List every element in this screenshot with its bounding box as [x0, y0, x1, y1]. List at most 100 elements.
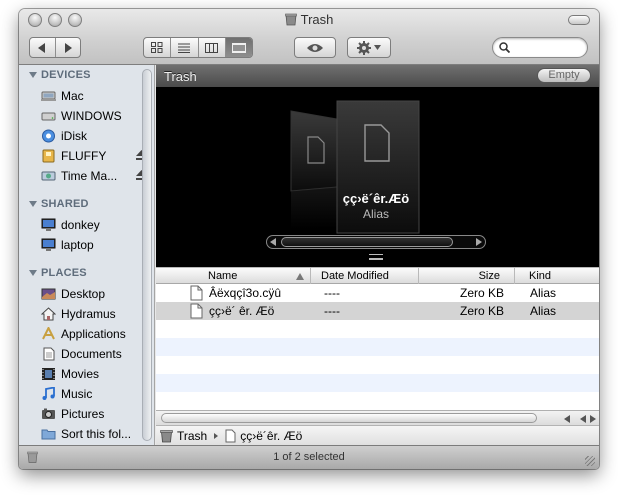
titlebar: Trash	[19, 9, 599, 65]
back-button[interactable]	[30, 38, 56, 57]
cover-flow-view-button[interactable]	[225, 38, 252, 57]
computer-icon	[41, 91, 56, 101]
column-header-size[interactable]: Size	[419, 268, 515, 284]
search-input[interactable]	[513, 41, 583, 54]
coverflow-scroll-left-icon[interactable]	[270, 238, 276, 246]
home-icon	[41, 307, 56, 321]
coverflow-scroll-right-icon[interactable]	[476, 238, 482, 246]
network-computer-icon	[41, 238, 56, 251]
sidebar-item-movies[interactable]: Movies	[41, 365, 153, 383]
action-menu-inner	[348, 38, 390, 57]
forward-arrow-icon	[64, 42, 72, 53]
section-label: SHARED	[41, 198, 89, 210]
applications-icon	[42, 327, 55, 340]
file-name: Âëxqçî3o.cÿû	[209, 286, 282, 300]
table-row-selected[interactable]: çç›ë´ êr. Æö ---- Zero KB Alias	[156, 302, 599, 320]
sidebar-section-devices[interactable]: DEVICES	[29, 69, 91, 81]
sidebar-item-desktop[interactable]: Desktop	[41, 285, 153, 303]
forward-button[interactable]	[56, 38, 81, 57]
desktop-icon	[41, 288, 56, 300]
sidebar-item-label: Time Ma...	[61, 169, 118, 183]
network-computer-icon	[41, 218, 56, 231]
path-bar: Trash çç›ë´êr. Æö	[156, 425, 599, 445]
sidebar-item-idisk[interactable]: iDisk	[41, 127, 153, 145]
sidebar-item-fluffy[interactable]: FLUFFY	[41, 147, 153, 165]
coverflow-item-name: çç›ë´êr.Æö	[342, 191, 410, 206]
quick-look-inner	[295, 38, 335, 57]
sidebar-item-label: Mac	[61, 89, 84, 103]
file-size: Zero KB	[459, 304, 504, 318]
sidebar-item-donkey[interactable]: donkey	[41, 216, 153, 234]
list-view-button[interactable]	[171, 38, 199, 57]
sort-ascending-icon	[296, 273, 304, 280]
horizontal-scroll-thumb[interactable]	[161, 413, 537, 423]
column-header-date-modified[interactable]: Date Modified	[311, 268, 419, 284]
view-mode-control	[143, 37, 253, 58]
drive-icon	[41, 112, 56, 121]
empty-row-stripe	[156, 374, 599, 392]
sidebar-item-hydramus[interactable]: Hydramus	[41, 305, 153, 323]
scroll-left-icon[interactable]	[564, 415, 570, 423]
sidebar-item-music[interactable]: Music	[41, 385, 153, 403]
sidebar-item-label: Music	[61, 387, 93, 401]
folder-title: Trash	[164, 68, 197, 84]
sidebar-item-windows[interactable]: WINDOWS	[41, 107, 153, 125]
sidebar-section-shared[interactable]: SHARED	[29, 198, 89, 210]
empty-trash-button[interactable]: Empty	[537, 68, 591, 83]
sidebar-item-label: Hydramus	[61, 307, 116, 321]
coverflow-view[interactable]: çç›ë´êr.Æö Alias	[156, 87, 599, 267]
column-header-name[interactable]: Name	[156, 268, 311, 284]
sidebar-item-label: FLUFFY	[61, 149, 107, 163]
icon-view-icon	[151, 42, 163, 53]
sidebar-item-documents[interactable]: Documents	[41, 345, 153, 363]
sidebar-item-laptop[interactable]: laptop	[41, 236, 153, 254]
coverflow-header: Trash Empty	[156, 65, 599, 87]
toolbar-toggle-button[interactable]	[568, 15, 590, 25]
sidebar-item-label: iDisk	[61, 129, 87, 143]
table-row[interactable]: Âëxqçî3o.cÿû ---- Zero KB Alias	[156, 284, 599, 302]
scroll-right-icon[interactable]	[590, 415, 596, 423]
sidebar-item-label: WINDOWS	[61, 109, 122, 123]
trash-icon	[284, 13, 297, 26]
sidebar-item-applications[interactable]: Applications	[41, 325, 153, 343]
column-header-kind[interactable]: Kind	[515, 268, 599, 284]
sidebar-item-label: Movies	[61, 367, 100, 381]
sidebar-item-mac[interactable]: Mac	[41, 87, 153, 105]
section-label: PLACES	[41, 267, 87, 279]
scroll-left-alt-icon[interactable]	[580, 415, 586, 423]
disclosure-triangle-icon	[29, 72, 37, 78]
horizontal-scrollbar[interactable]	[156, 410, 599, 425]
sidebar-item-label: Desktop	[61, 287, 106, 301]
time-machine-icon	[41, 171, 56, 181]
path-item-trash[interactable]: Trash	[177, 429, 207, 443]
sidebar-item-pictures[interactable]: Pictures	[41, 405, 153, 423]
section-label: DEVICES	[41, 69, 91, 81]
sidebar-scrollbar[interactable]	[142, 69, 152, 441]
coverflow-scroll-thumb[interactable]	[281, 237, 453, 247]
finder-window: Trash DEVICES Mac WINDOWS iDisk FLUFFY T…	[19, 9, 599, 469]
coverflow-scrollbar[interactable]	[266, 235, 486, 249]
icon-view-button[interactable]	[144, 38, 172, 57]
back-forward-control	[29, 37, 81, 58]
sidebar-item-sort-folder[interactable]: Sort this fol...	[41, 425, 153, 443]
cover-flow-icon	[231, 42, 246, 53]
alias-document-icon	[190, 285, 203, 301]
sidebar-item-label: Documents	[61, 347, 122, 361]
usb-drive-icon	[42, 149, 55, 163]
quick-look-button[interactable]	[294, 37, 336, 58]
sidebar-item-time-machine[interactable]: Time Ma...	[41, 167, 153, 185]
resize-grip[interactable]	[585, 456, 595, 466]
sidebar-section-places[interactable]: PLACES	[29, 267, 87, 279]
path-item-file[interactable]: çç›ë´êr. Æö	[240, 429, 302, 443]
action-menu-button[interactable]	[347, 37, 391, 58]
trash-icon	[160, 429, 173, 442]
chevron-down-icon	[374, 45, 381, 50]
folder-icon	[41, 429, 56, 440]
alias-document-icon	[190, 303, 203, 319]
coverflow-resize-handle[interactable]	[369, 254, 383, 260]
selection-status: 1 of 2 selected	[273, 451, 345, 463]
file-date: ----	[324, 286, 340, 300]
column-view-button[interactable]	[199, 38, 226, 57]
empty-row-stripe	[156, 338, 599, 356]
file-kind: Alias	[530, 304, 557, 318]
